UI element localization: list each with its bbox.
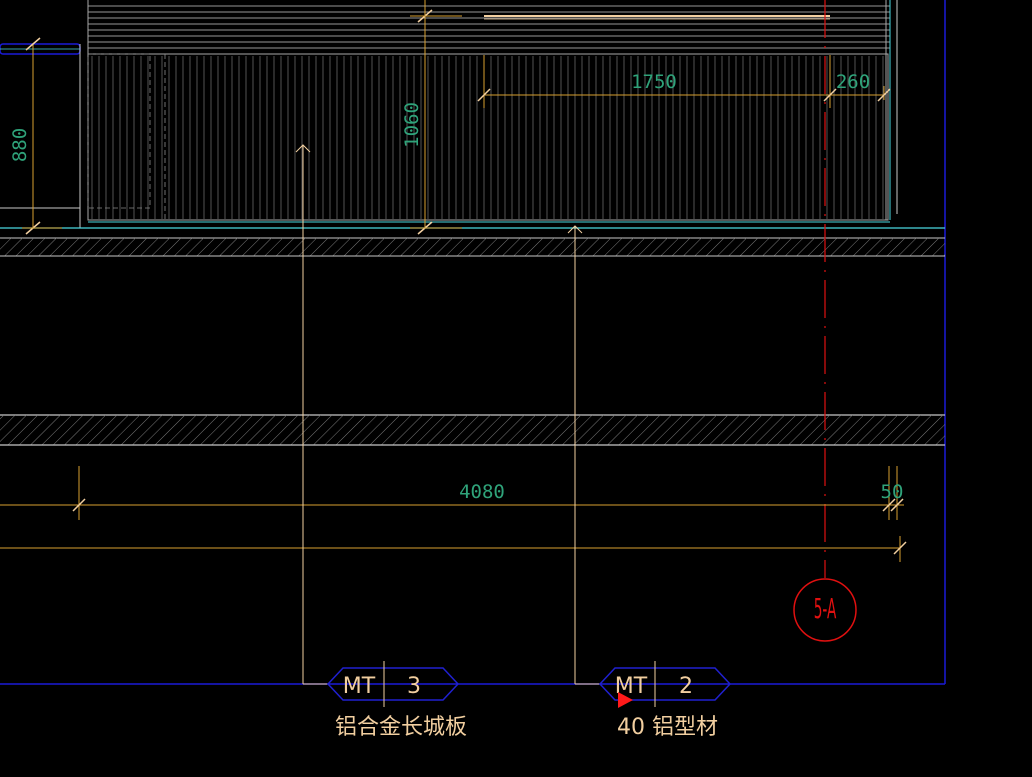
cad-drawing-canvas[interactable]: 880 1060 1750 260 4080 50 MT 3 铝合金长城板 MT… [0, 0, 1032, 777]
material-tag-mt2-number: 2 [679, 674, 693, 699]
overall-dimension [0, 536, 907, 562]
floor-lower [0, 414, 945, 446]
dimension-4080: 4080 [0, 466, 904, 520]
material-tag-mt3[interactable]: MT 3 铝合金长城板 [326, 661, 467, 740]
drawing-frame [0, 0, 946, 685]
dimension-880-label: 880 [9, 128, 31, 162]
axis-bubble-label: 5-A [814, 594, 837, 626]
axis-bubble-5a[interactable]: 5-A [793, 578, 857, 642]
dimension-1060-label: 1060 [401, 102, 423, 148]
material-tag-mt3-code: MT [343, 674, 376, 699]
dimension-1060: 1060 [401, 0, 462, 235]
top-louver-lines [88, 5, 890, 49]
material-tag-mt3-number: 3 [407, 674, 421, 699]
dimension-880: 880 [9, 37, 62, 235]
dimension-50-label: 50 [881, 481, 904, 503]
wall-panel [87, 0, 898, 221]
material-tag-mt2[interactable]: MT 2 40 铝型材 [598, 661, 732, 740]
dimension-1750-label: 1750 [631, 71, 677, 93]
material-tag-mt2-note: 40 铝型材 [617, 715, 718, 740]
dimension-4080-label: 4080 [459, 481, 505, 503]
material-tag-mt3-note: 铝合金长城板 [335, 715, 467, 740]
leader-mt2 [567, 225, 600, 685]
dimension-260-label: 260 [836, 71, 870, 93]
floor-upper [0, 221, 945, 257]
